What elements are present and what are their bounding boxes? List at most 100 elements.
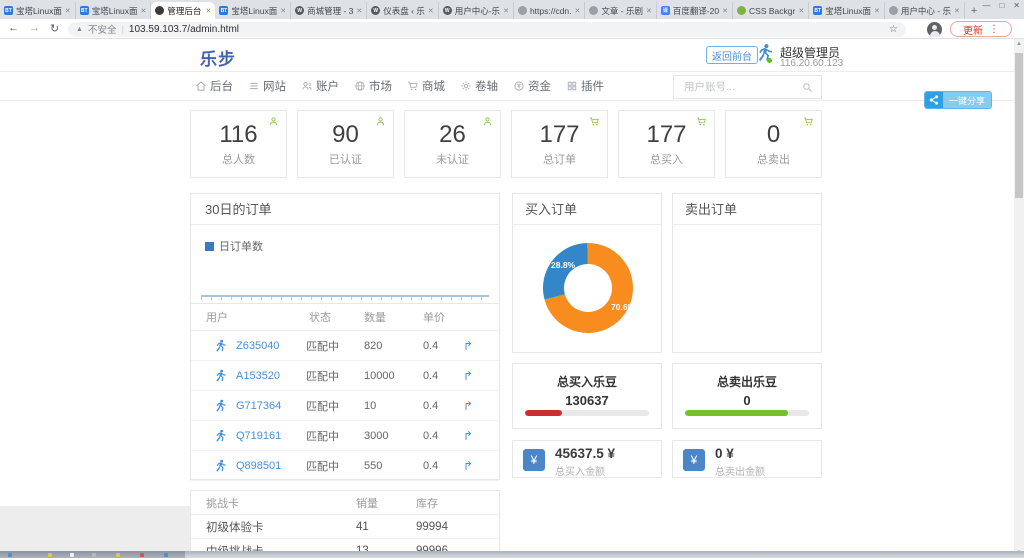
sell-beans-card: 总卖出乐豆 0 — [672, 363, 822, 429]
nav-item-plugins[interactable]: 插件 — [566, 78, 604, 94]
forward-icon[interactable]: → — [29, 22, 40, 35]
browser-tab[interactable]: https://cdn. ✕ — [514, 2, 585, 19]
browser-tab[interactable]: BT 宝塔Linux面 ✕ — [809, 2, 885, 19]
browser-profile-avatar[interactable] — [927, 22, 942, 37]
nav-item-market[interactable]: 市场 — [354, 78, 392, 94]
nav-item-funds[interactable]: 资金 — [513, 78, 551, 94]
table-header: 挑战卡 销量 库存 — [191, 491, 499, 515]
taskbar-icon[interactable] — [48, 553, 52, 557]
tab-favicon: W — [371, 6, 380, 15]
stat-card[interactable]: 26 未认证 — [404, 110, 501, 178]
bookmark-star-icon[interactable]: ☆ — [889, 24, 898, 35]
cart-icon — [696, 116, 707, 127]
stat-card[interactable]: 0 总卖出 — [725, 110, 822, 178]
stat-card[interactable]: 177 总订单 — [511, 110, 608, 178]
omnibox[interactable]: ▲ 不安全 | 103.59.103.7/admin.html ☆ — [68, 22, 906, 37]
tab-close-icon[interactable]: ✕ — [356, 7, 362, 15]
new-tab-button[interactable]: + — [971, 5, 977, 17]
sales-value: 41 — [356, 521, 369, 533]
site-logo[interactable]: 乐步 — [200, 45, 236, 70]
browser-tab[interactable]: W 商城管理 - 3 ✕ — [291, 2, 367, 19]
address-bar: ← → ↻ ▲ 不安全 | 103.59.103.7/admin.html ☆ … — [0, 19, 1024, 39]
browser-tab[interactable]: BT 宝塔Linux面 ✕ — [215, 2, 291, 19]
sell-beans-title: 总卖出乐豆 — [673, 373, 821, 390]
taskbar-icon[interactable] — [140, 553, 144, 557]
browser-update-button[interactable]: 更新 ⋮ — [950, 21, 1012, 37]
menu-dots-icon[interactable]: ⋮ — [989, 24, 999, 35]
minimize-button[interactable]: — — [982, 1, 990, 10]
user-link[interactable]: Q898501 — [236, 460, 281, 472]
price-value: 0.4 — [423, 430, 438, 442]
stat-card[interactable]: 116 总人数 — [190, 110, 287, 178]
search-icon[interactable] — [802, 82, 813, 93]
taskbar-start-orb[interactable] — [8, 553, 12, 557]
tab-close-icon[interactable]: ✕ — [798, 7, 804, 15]
search-input[interactable] — [682, 80, 802, 94]
tab-close-icon[interactable]: ✕ — [722, 7, 728, 15]
close-button[interactable]: ✕ — [1013, 1, 1020, 10]
browser-tab[interactable]: BT 宝塔Linux面 ✕ — [0, 2, 76, 19]
stat-card[interactable]: 177 总买入 — [618, 110, 715, 178]
browser-tab[interactable]: BT 宝塔Linux面 ✕ — [76, 2, 152, 19]
user-link[interactable]: G717364 — [236, 400, 281, 412]
taskbar-icon[interactable] — [92, 553, 96, 557]
nav-item-scroll[interactable]: 卷轴 — [460, 78, 498, 94]
scroll-up-icon[interactable]: ▲ — [1014, 41, 1024, 47]
back-to-front-button[interactable]: 返回前台 — [706, 46, 758, 64]
tab-close-icon[interactable]: ✕ — [65, 7, 71, 15]
forward-arrow-icon[interactable]: ↱ — [463, 429, 473, 443]
stat-label: 已认证 — [298, 151, 393, 167]
stat-label: 总人数 — [191, 151, 286, 167]
taskbar-icon[interactable] — [116, 553, 120, 557]
browser-tab[interactable]: 译 百度翻译-20 ✕ — [657, 2, 733, 19]
user-link[interactable]: Z635040 — [236, 340, 279, 352]
browser-tab[interactable]: 文章 - 乐剧 ✕ — [585, 2, 656, 19]
url-text[interactable]: 103.59.103.7/admin.html — [129, 24, 239, 35]
nav-item-account[interactable]: 账户 — [301, 78, 339, 94]
browser-tab[interactable]: 管理后台 ✕ — [151, 2, 215, 19]
browser-tab[interactable]: CSS Backgr ✕ — [733, 2, 809, 19]
tab-close-icon[interactable]: ✕ — [575, 7, 581, 15]
tab-close-icon[interactable]: ✕ — [503, 7, 509, 15]
restore-button[interactable]: □ — [999, 1, 1004, 10]
nav-item-website[interactable]: 网站 — [248, 78, 286, 94]
user-link[interactable]: A153520 — [236, 370, 280, 382]
nav-item-mall[interactable]: 商城 — [407, 78, 445, 94]
security-warning-icon[interactable]: ▲ — [76, 26, 83, 33]
stat-label: 未认证 — [405, 151, 500, 167]
tab-favicon — [889, 6, 898, 15]
forward-arrow-icon[interactable]: ↱ — [463, 399, 473, 413]
nav-item-backend[interactable]: 后台 — [195, 78, 233, 94]
taskbar-icon[interactable] — [164, 553, 168, 557]
user-link[interactable]: Q719161 — [236, 430, 281, 442]
scrollbar-thumb[interactable] — [1015, 53, 1023, 198]
page-scrollbar[interactable]: ▲ ▼ — [1014, 39, 1024, 558]
home-icon — [195, 80, 207, 92]
tab-close-icon[interactable]: ✕ — [874, 7, 880, 15]
forward-arrow-icon[interactable]: ↱ — [463, 339, 473, 353]
forward-arrow-icon[interactable]: ↱ — [463, 459, 473, 473]
tab-close-icon[interactable]: ✕ — [646, 7, 652, 15]
admin-ip: 116.20.60.123 — [780, 58, 843, 69]
taskbar-icon[interactable] — [70, 553, 74, 557]
tab-title: 仪表盘 ‹ 乐 — [383, 5, 425, 17]
back-icon[interactable]: ← — [8, 22, 19, 35]
orders-chart-legend[interactable]: 日订单数 — [205, 238, 263, 254]
person-icon — [268, 116, 279, 127]
browser-tab[interactable]: W 用户中心-乐 ✕ — [439, 2, 514, 19]
reload-icon[interactable]: ↻ — [50, 22, 59, 35]
share-float-label: 一键分享 — [943, 92, 991, 108]
tab-close-icon[interactable]: ✕ — [206, 7, 212, 15]
buy-beans-fill — [525, 410, 562, 416]
buy-orders-donut[interactable] — [543, 243, 633, 333]
tab-close-icon[interactable]: ✕ — [141, 7, 147, 15]
tab-close-icon[interactable]: ✕ — [954, 7, 960, 15]
stat-card[interactable]: 90 已认证 — [297, 110, 394, 178]
tab-close-icon[interactable]: ✕ — [280, 7, 286, 15]
share-float-button[interactable]: 一键分享 — [924, 91, 992, 109]
browser-tab[interactable]: 用户中心 - 乐 ✕ — [885, 2, 965, 19]
tab-close-icon[interactable]: ✕ — [428, 7, 434, 15]
browser-tab[interactable]: W 仪表盘 ‹ 乐 ✕ — [367, 2, 438, 19]
forward-arrow-icon[interactable]: ↱ — [463, 369, 473, 383]
windows-taskbar[interactable] — [0, 551, 1024, 558]
